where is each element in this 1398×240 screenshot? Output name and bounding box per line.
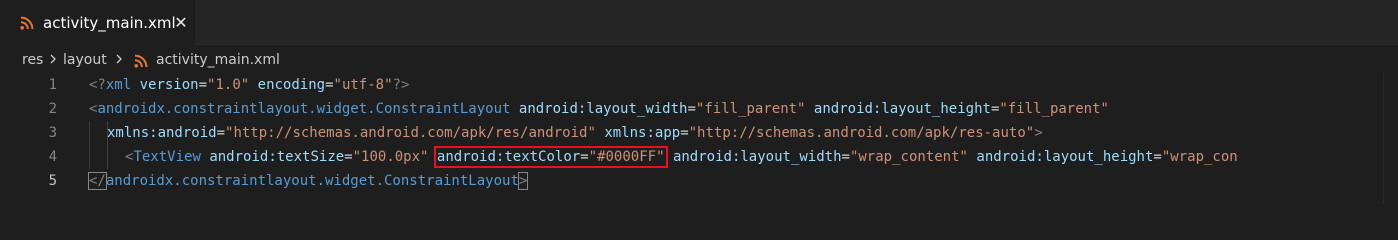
vertical-scrollbar[interactable]	[1383, 73, 1398, 204]
token-eq: =	[687, 101, 696, 117]
code-line-4[interactable]: 4 <TextView android:textSize="100.0px" a…	[0, 145, 1398, 169]
code-line-5[interactable]: 5 </androidx.constraintlayout.widget.Con…	[0, 169, 1398, 193]
token-eq: =	[580, 149, 589, 165]
chevron-right-icon	[48, 50, 58, 68]
highlighted-attribute: android:textColor="#0000FF"	[433, 146, 668, 168]
tab-activity-main[interactable]: activity_main.xml ✕	[0, 0, 196, 45]
code-line-3[interactable]: 3 xmlns:android="http://schemas.android.…	[0, 121, 1398, 145]
breadcrumb-item-res[interactable]: res	[22, 51, 43, 69]
token-attr: xmlns:app	[604, 125, 681, 141]
token-attr: android:layout_height	[976, 149, 1154, 165]
line-number: 4	[48, 149, 57, 165]
line-number: 1	[48, 77, 57, 93]
token-punct: </	[88, 172, 107, 190]
tab-label: activity_main.xml	[43, 14, 176, 32]
code-text: <?xml version="1.0" encoding="utf-8"?>	[89, 75, 409, 95]
code-line-2[interactable]: 2 <androidx.constraintlayout.widget.Cons…	[0, 97, 1398, 121]
token-string: "http://schemas.android.com/apk/res/andr…	[225, 125, 596, 141]
token-tag: androidx.constraintlayout.widget.Constra…	[97, 101, 511, 117]
tab-bar: activity_main.xml ✕	[0, 0, 1398, 45]
chevron-right-icon	[114, 50, 124, 68]
token-string: "fill_parent"	[999, 101, 1109, 117]
token-attr: android:textSize	[209, 149, 345, 165]
token-string: "fill_parent"	[695, 101, 806, 117]
token-attr: android:layout_width	[518, 101, 688, 117]
token-string: "100.0px"	[352, 149, 429, 165]
token-attr: android:layout_height	[813, 101, 991, 117]
token-string: "1.0"	[207, 77, 250, 93]
token-punct: <?	[89, 77, 106, 93]
token-tag: xml	[105, 77, 132, 93]
token-punct: >	[517, 172, 529, 190]
token-eq: =	[1153, 149, 1162, 165]
token-eq: =	[841, 149, 850, 165]
code-line-1[interactable]: 1 <?xml version="1.0" encoding="utf-8"?>	[0, 73, 1398, 97]
editor-window: activity_main.xml ✕ res layout activity_…	[0, 0, 1398, 204]
token-string: "http://schemas.android.com/apk/res-auto…	[688, 125, 1035, 141]
line-number: 5	[48, 173, 57, 189]
token-string: "wrap_content"	[849, 149, 968, 165]
token-attr: xmlns:android	[107, 125, 217, 141]
code-editor[interactable]: 1 <?xml version="1.0" encoding="utf-8"?>…	[0, 73, 1398, 204]
code-text: xmlns:android="http://schemas.android.co…	[107, 123, 1043, 143]
line-number: 3	[48, 125, 57, 141]
token-eq: =	[325, 77, 334, 93]
token-punct: >	[1034, 125, 1043, 141]
token-tag: androidx.constraintlayout.widget.Constra…	[105, 173, 519, 189]
token-string: "wrap_con	[1161, 149, 1238, 165]
token-eq: =	[216, 125, 226, 141]
line-number: 2	[48, 101, 57, 117]
token-string: "#0000FF"	[588, 149, 665, 165]
code-text: <androidx.constraintlayout.widget.Constr…	[89, 99, 1109, 119]
token-tag: TextView	[133, 149, 201, 165]
code-text: <TextView android:textSize="100.0px" and…	[125, 146, 1238, 168]
token-punct: ?>	[392, 77, 410, 93]
token-eq: =	[198, 77, 208, 93]
breadcrumb-item-file[interactable]: activity_main.xml	[156, 51, 280, 69]
breadcrumb-item-layout[interactable]: layout	[63, 51, 107, 69]
token-attr: android:layout_width	[672, 149, 842, 165]
breadcrumb: res layout activity_main.xml	[0, 47, 1398, 73]
close-icon[interactable]: ✕	[172, 13, 190, 33]
rss-icon	[134, 53, 148, 72]
rss-icon	[20, 15, 34, 34]
code-text: </androidx.constraintlayout.widget.Const…	[88, 171, 529, 191]
token-eq: =	[344, 149, 353, 165]
token-attr: encoding	[257, 77, 326, 93]
token-string: "utf-8"	[333, 77, 393, 93]
token-attr: android:textColor	[436, 149, 581, 165]
token-eq: =	[680, 125, 689, 141]
token-attr: version	[139, 77, 199, 93]
